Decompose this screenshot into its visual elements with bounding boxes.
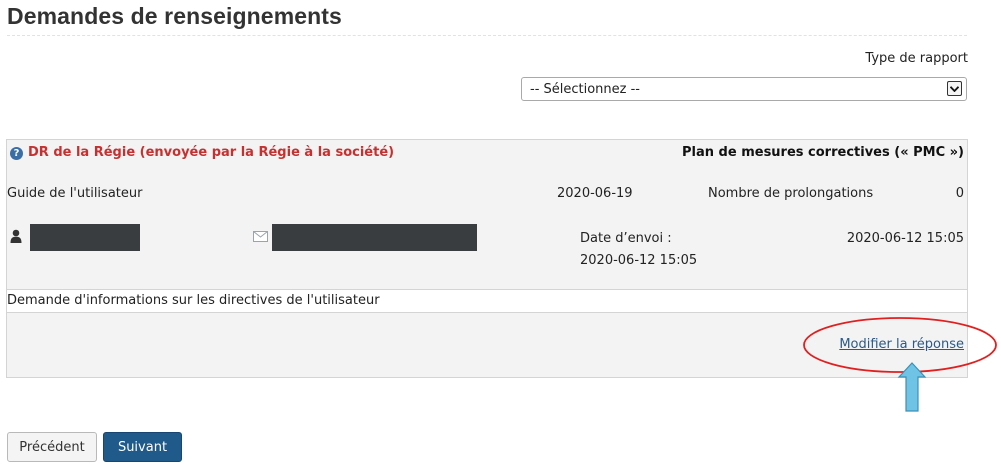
mail-icon (253, 231, 268, 242)
report-type-selected-value: -- Sélectionnez -- (530, 81, 640, 97)
row-divider (7, 312, 967, 313)
redacted-user-name (30, 224, 140, 251)
sent-date-value: 2020-06-12 15:05 (580, 253, 698, 268)
user-icon (10, 229, 22, 243)
request-description: Demande d'informations sur les directive… (7, 293, 380, 308)
report-type-select[interactable]: -- Sélectionnez -- (521, 77, 967, 101)
prolongations-label: Nombre de prolongations (708, 186, 874, 201)
sent-date-value-right: 2020-06-12 15:05 (846, 231, 964, 246)
sent-date-label: Date d’envoi : (580, 231, 672, 246)
request-heading: DR de la Régie (envoyée par la Régie à l… (28, 145, 395, 160)
guide-date: 2020-06-19 (557, 186, 633, 201)
page-title: Demandes de renseignements (7, 3, 342, 29)
next-button[interactable]: Suivant (103, 432, 182, 462)
help-icon[interactable]: ? (10, 147, 23, 160)
chevron-down-icon[interactable] (947, 81, 962, 96)
title-divider (7, 35, 967, 36)
plan-title: Plan de mesures correctives (« PMC ») (682, 145, 964, 160)
report-type-label: Type de rapport (865, 51, 968, 66)
guide-label: Guide de l'utilisateur (7, 186, 143, 201)
previous-button[interactable]: Précédent (7, 432, 97, 462)
redacted-user-email (272, 224, 477, 251)
prolongations-value: 0 (955, 186, 964, 201)
annotation-arrow-icon (897, 362, 927, 412)
